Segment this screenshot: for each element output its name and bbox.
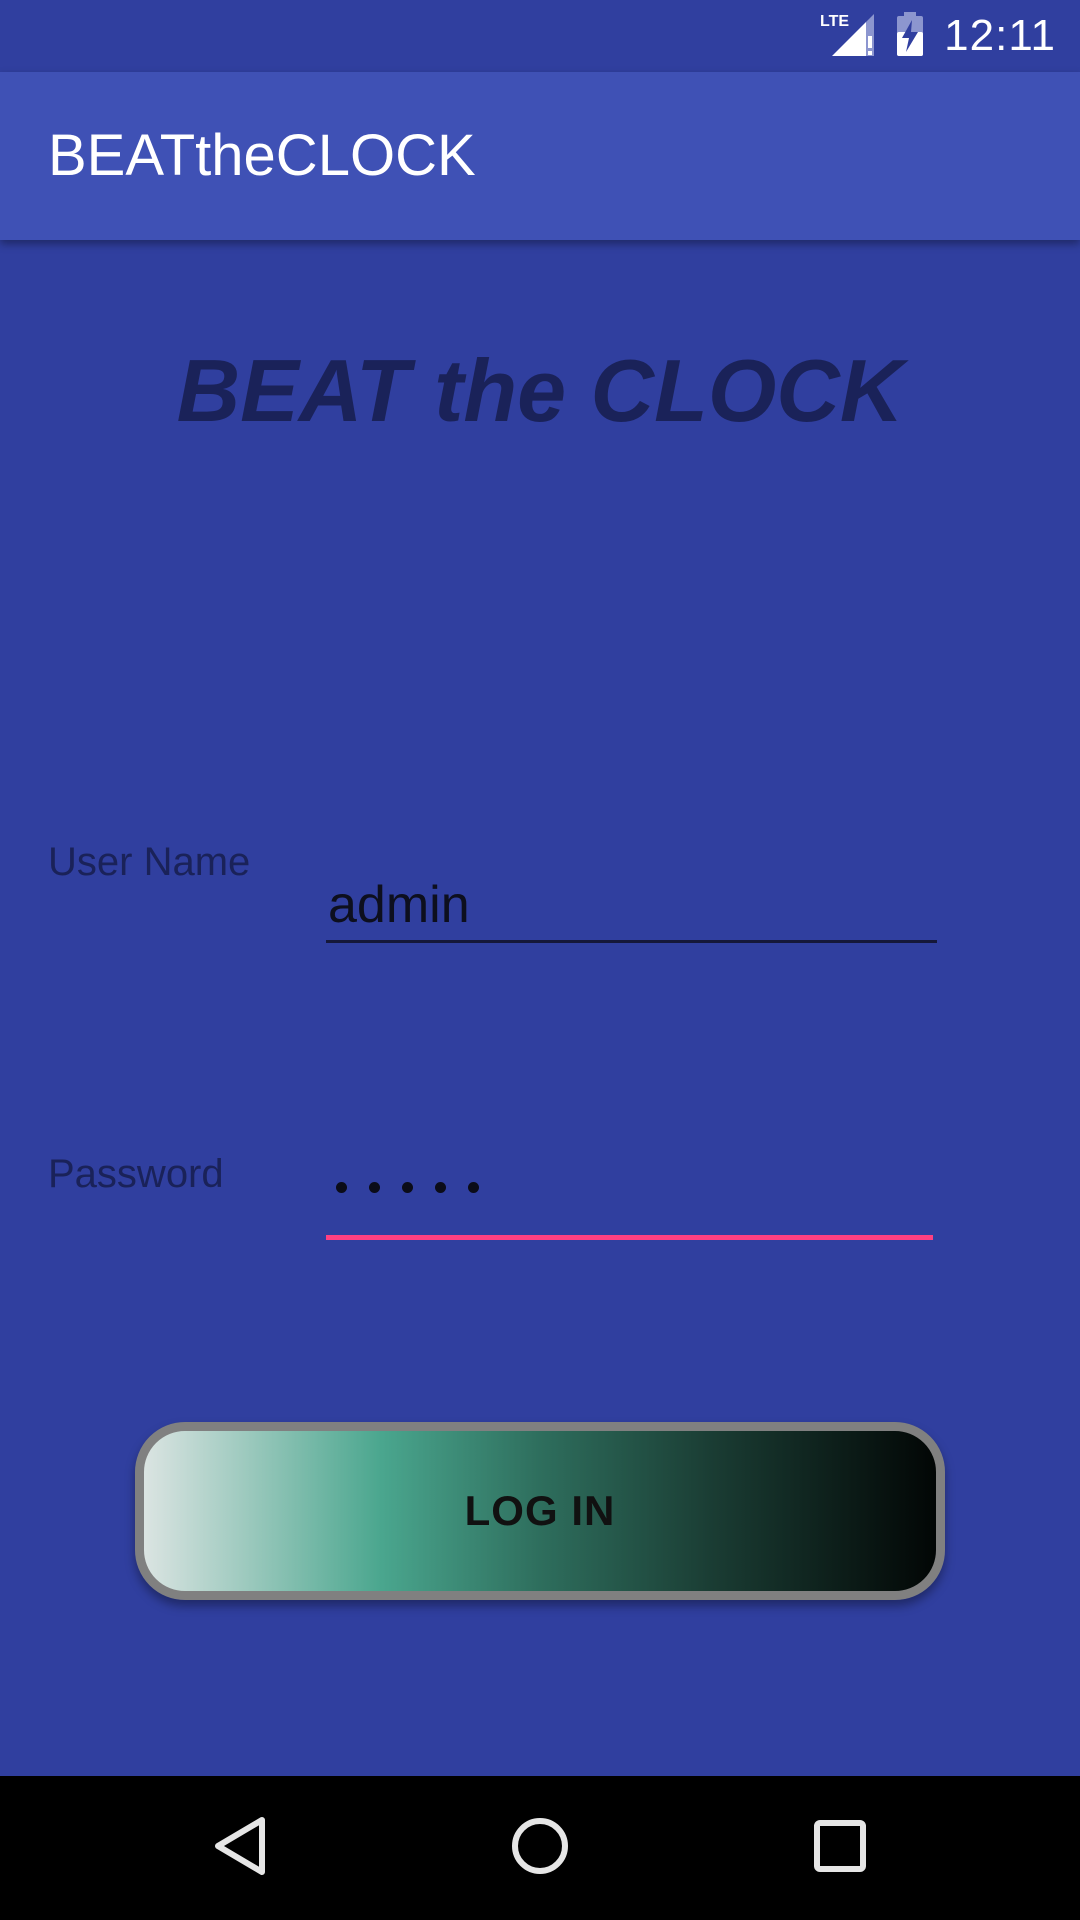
- status-icons: LTE 12:11: [820, 0, 1056, 72]
- home-button[interactable]: [480, 1776, 600, 1920]
- password-mask-dot: [336, 1182, 347, 1193]
- username-field[interactable]: [326, 870, 937, 943]
- login-button[interactable]: LOG IN: [135, 1422, 945, 1600]
- home-icon: [508, 1814, 572, 1883]
- password-label: Password: [48, 1152, 224, 1196]
- status-time: 12:11: [944, 11, 1056, 60]
- recents-icon: [812, 1818, 868, 1879]
- svg-text:LTE: LTE: [820, 13, 849, 30]
- app-bar: BEATtheCLOCK: [0, 72, 1080, 240]
- password-field[interactable]: [326, 1140, 933, 1240]
- password-mask-dot: [435, 1182, 446, 1193]
- username-label: User Name: [48, 840, 251, 884]
- back-button[interactable]: [180, 1776, 300, 1920]
- password-mask-dot: [468, 1182, 479, 1193]
- password-mask-dot: [402, 1182, 413, 1193]
- page-headline: BEAT the CLOCK: [176, 341, 904, 440]
- login-screen: BEAT the CLOCK User Name Password LOG IN: [0, 240, 1080, 1776]
- password-mask-dot: [369, 1182, 380, 1193]
- login-button-label: LOG IN: [464, 1487, 616, 1534]
- recents-button[interactable]: [780, 1776, 900, 1920]
- navigation-bar: [0, 1776, 1080, 1920]
- battery-charging-icon: [894, 10, 926, 63]
- app-title: BEATtheCLOCK: [48, 123, 476, 188]
- lte-signal-icon: LTE: [820, 10, 876, 63]
- status-bar: LTE 12:11: [0, 0, 1080, 72]
- back-icon: [210, 1814, 270, 1883]
